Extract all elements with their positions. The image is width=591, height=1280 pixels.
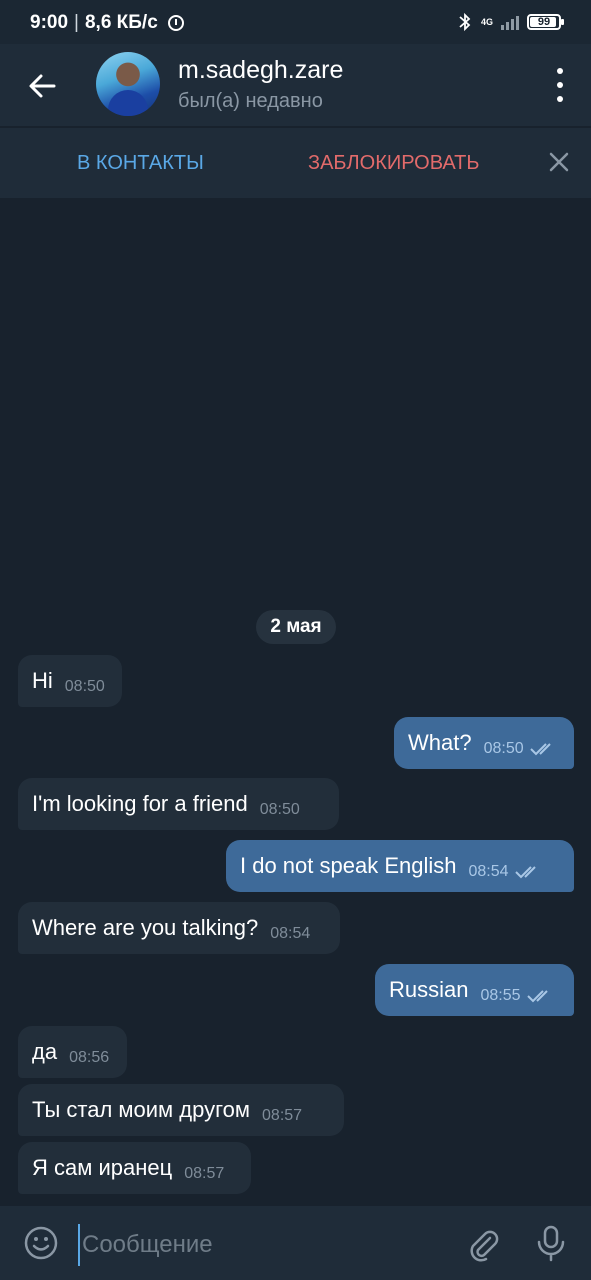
double-check-icon xyxy=(526,990,548,1003)
close-icon[interactable] xyxy=(547,150,571,174)
message-text: Я сам иранец xyxy=(32,1155,173,1180)
message-text: да xyxy=(32,1039,58,1064)
message-input-bar xyxy=(0,1206,591,1280)
message-incoming[interactable]: I'm looking for a friend 08:50 xyxy=(18,778,339,830)
message-text: Hi xyxy=(32,668,53,693)
avatar[interactable] xyxy=(96,52,160,116)
date-separator: 2 мая xyxy=(256,610,336,644)
message-outgoing[interactable]: What? 08:50 xyxy=(394,717,574,769)
status-time: 9:00 xyxy=(30,12,69,33)
message-incoming[interactable]: Я сам иранец 08:57 xyxy=(18,1142,251,1194)
message-time: 08:56 xyxy=(69,1049,110,1066)
double-check-icon xyxy=(529,743,551,756)
alarm-icon xyxy=(167,15,184,31)
message-time: 08:50 xyxy=(483,740,524,757)
message-incoming[interactable]: Ты стал моим другом 08:57 xyxy=(18,1084,344,1136)
message-text: Where are you talking? xyxy=(32,915,259,940)
message-outgoing[interactable]: Russian 08:55 xyxy=(375,964,574,1016)
attach-icon[interactable] xyxy=(466,1228,500,1262)
message-time: 08:54 xyxy=(468,863,509,880)
message-time: 08:57 xyxy=(262,1107,303,1124)
message-text: Russian xyxy=(389,977,469,1002)
status-bar-left: 9:00 | 8,6 КБ/с xyxy=(30,12,184,34)
bluetooth-icon xyxy=(459,12,471,32)
block-button[interactable]: ЗАБЛОКИРОВАТЬ xyxy=(308,152,480,175)
message-time: 08:55 xyxy=(480,987,521,1004)
status-bar: 9:00 | 8,6 КБ/с 4G 99 xyxy=(0,0,591,44)
contact-name[interactable]: m.sadegh.zare xyxy=(178,56,343,85)
status-speed: 8,6 КБ/с xyxy=(84,12,158,33)
message-time: 08:57 xyxy=(184,1165,225,1182)
message-outgoing[interactable]: I do not speak English 08:54 xyxy=(226,840,574,892)
message-time: 08:50 xyxy=(259,801,300,818)
back-arrow-icon[interactable] xyxy=(22,66,62,106)
message-incoming[interactable]: Where are you talking? 08:54 xyxy=(18,902,340,954)
microphone-icon[interactable] xyxy=(534,1224,568,1262)
signal-icon xyxy=(501,14,519,30)
message-text: I'm looking for a friend xyxy=(32,791,248,816)
emoji-icon[interactable] xyxy=(24,1226,58,1260)
status-separator: | xyxy=(74,12,79,33)
message-text: Ты стал моим другом xyxy=(32,1097,251,1122)
status-bar-right: 4G 99 xyxy=(457,12,564,32)
message-incoming[interactable]: да 08:56 xyxy=(18,1026,127,1078)
network-type: 4G xyxy=(480,17,493,27)
message-incoming[interactable]: Hi 08:50 xyxy=(18,655,122,707)
battery-level: 99 xyxy=(537,16,551,28)
last-seen-status: был(а) недавно xyxy=(178,90,323,112)
message-text: I do not speak English xyxy=(240,853,457,878)
message-time: 08:50 xyxy=(64,678,105,695)
add-contact-button[interactable]: В КОНТАКТЫ xyxy=(77,152,204,175)
double-check-icon xyxy=(514,866,536,879)
chat-header: m.sadegh.zare был(а) недавно xyxy=(0,44,591,126)
message-input[interactable] xyxy=(78,1224,454,1266)
message-text: What? xyxy=(408,730,472,755)
contact-action-bar: В КОНТАКТЫ ЗАБЛОКИРОВАТЬ xyxy=(0,128,591,198)
more-vertical-icon[interactable] xyxy=(553,68,567,102)
battery-icon: 99 xyxy=(527,14,564,30)
message-time: 08:54 xyxy=(270,925,311,942)
